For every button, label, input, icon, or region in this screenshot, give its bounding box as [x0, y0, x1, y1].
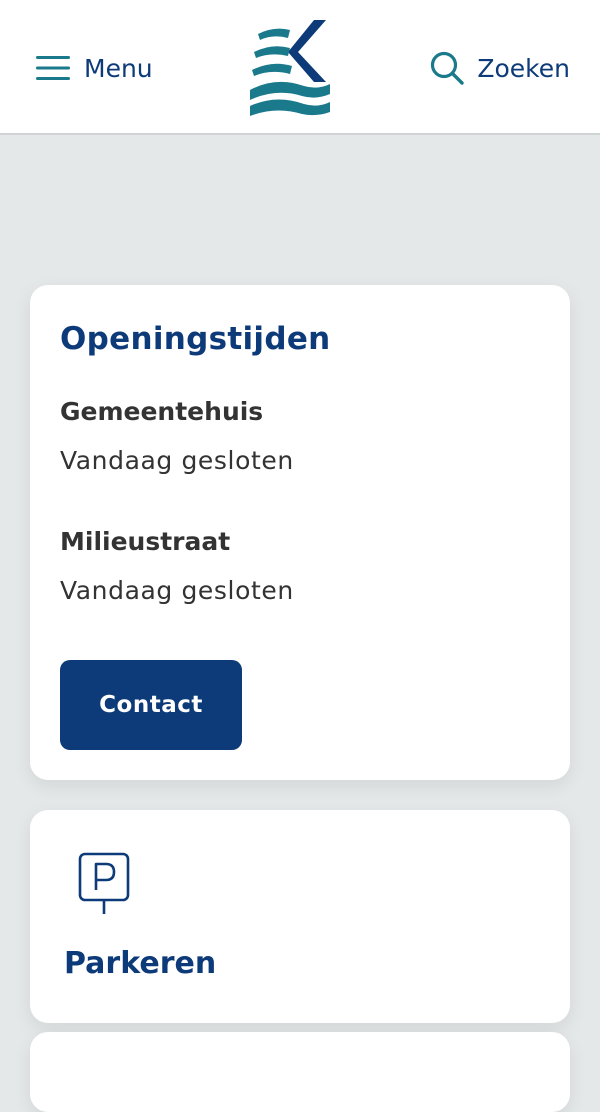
location-name: Gemeentehuis — [60, 397, 264, 426]
parking-title: Parkeren — [64, 946, 217, 981]
municipality-logo[interactable] — [246, 18, 332, 118]
next-card[interactable] — [30, 1032, 570, 1112]
search-icon — [431, 51, 465, 85]
parking-sign-icon — [78, 852, 130, 914]
site-header: Menu Zoeken — [0, 0, 600, 135]
opening-hours-card: Openingstijden Gemeentehuis Vandaag gesl… — [30, 285, 570, 780]
menu-button[interactable]: Menu — [36, 50, 153, 86]
location-status: Vandaag gesloten — [60, 446, 294, 475]
search-button[interactable]: Zoeken — [429, 48, 570, 88]
search-label: Zoeken — [477, 53, 570, 83]
location-status: Vandaag gesloten — [60, 576, 294, 605]
location-name: Milieustraat — [60, 527, 231, 556]
contact-button[interactable]: Contact — [60, 660, 242, 750]
hamburger-icon — [36, 56, 70, 80]
opening-hours-title: Openingstijden — [60, 321, 331, 357]
menu-label: Menu — [84, 53, 153, 83]
parking-card[interactable]: Parkeren — [30, 810, 570, 1023]
